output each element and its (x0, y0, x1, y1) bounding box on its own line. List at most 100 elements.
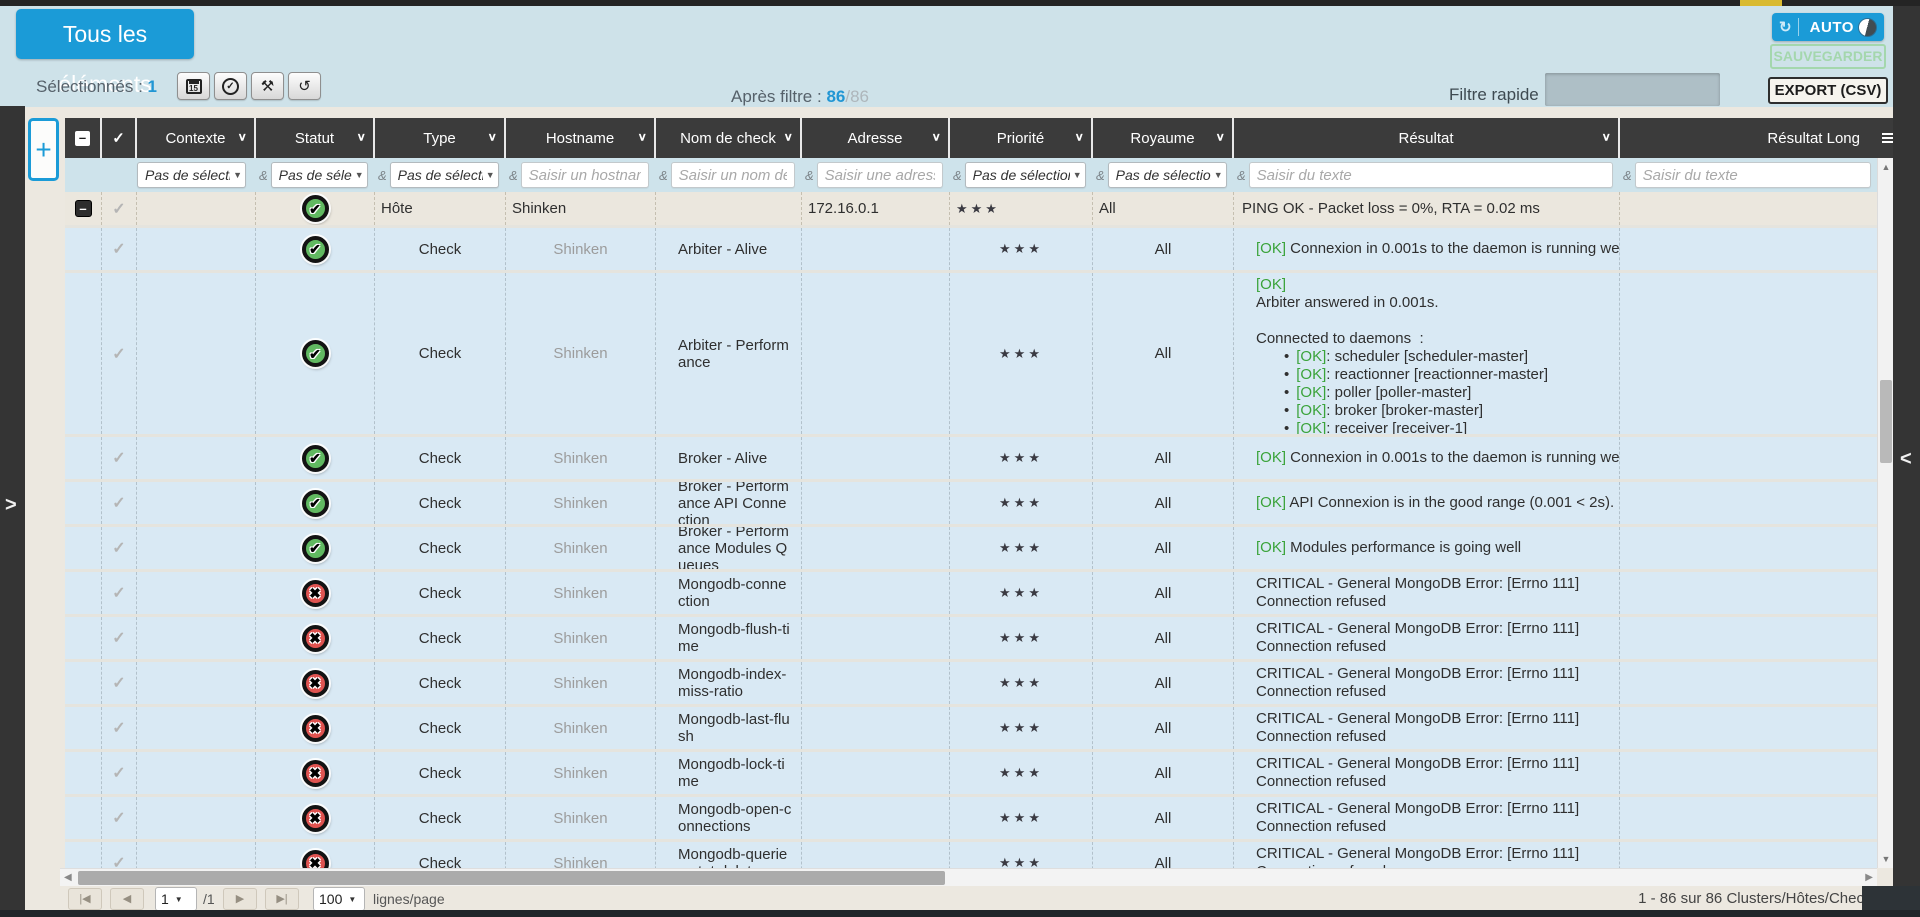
cell-checked: ✓ (102, 752, 137, 794)
column-header-adresse[interactable]: Adresse∨ (802, 118, 950, 158)
page-select[interactable]: 1▼ (155, 887, 197, 911)
column-header-resultat_long[interactable]: Résultat Long (1620, 118, 1878, 158)
filter-input-resultat[interactable] (1249, 162, 1613, 188)
row-check-icon[interactable]: ✓ (112, 493, 125, 513)
row-check-icon[interactable]: ✓ (112, 673, 125, 693)
all-elements-button[interactable]: Tous les éléments (16, 9, 194, 59)
table-row[interactable]: ✓✔CheckShinkenBroker - Performance Modul… (65, 527, 1878, 572)
expand-left-panel-icon[interactable]: > (5, 494, 17, 517)
row-check-icon[interactable]: ✓ (112, 763, 125, 783)
column-header-royaume[interactable]: Royaume∨ (1093, 118, 1234, 158)
cell-priorite: ★★★ (950, 273, 1093, 434)
result-line: PING OK - Packet loss = 0%, RTA = 0.02 m… (1242, 200, 1540, 218)
cell-priorite: ★★★ (950, 482, 1093, 524)
vertical-scroll-thumb[interactable] (1880, 380, 1892, 463)
column-header-statut[interactable]: Statut∨ (256, 118, 375, 158)
export-csv-button[interactable]: EXPORT (CSV) (1768, 77, 1888, 104)
column-header-contexte[interactable]: Contexte∨ (137, 118, 256, 158)
filter-input-resultat_long[interactable] (1635, 162, 1871, 188)
row-check-icon[interactable]: ✓ (112, 628, 125, 648)
prev-page-button[interactable]: ◀ (110, 888, 144, 910)
minus-box-icon[interactable]: – (75, 131, 90, 146)
quick-filter-input[interactable] (1545, 73, 1720, 106)
scroll-down-icon[interactable]: ▼ (1878, 854, 1894, 864)
toolbar-button-check-circle[interactable]: ✓ (214, 72, 247, 100)
add-row-button[interactable]: + (28, 118, 59, 181)
cell-type: Check (375, 842, 506, 868)
table-row[interactable]: ✓✖CheckShinkenMongodb-last-flush★★★AllCR… (65, 707, 1878, 752)
table-row[interactable]: ✓✖CheckShinkenMongodb-open-connections★★… (65, 797, 1878, 842)
table-row[interactable]: ✓✖CheckShinkenMongodb-index-miss-ratio★★… (65, 662, 1878, 707)
cell-type: Check (375, 228, 506, 270)
cell-adresse (802, 228, 950, 270)
toolbar-button-calendar[interactable]: 15 (177, 72, 210, 100)
table-row[interactable]: ✓✖CheckShinkenMongodb-connection★★★AllCR… (65, 572, 1878, 617)
cell-nom-de-check: Mongodb-index-miss-ratio (656, 662, 802, 704)
first-page-button[interactable]: |◀ (68, 888, 102, 910)
toolbar-button-tools[interactable]: ⚒ (251, 72, 284, 100)
horizontal-scroll-thumb[interactable] (78, 871, 945, 885)
caret-down-icon: ▼ (1073, 170, 1082, 180)
column-header-resultat[interactable]: Résultat∨ (1234, 118, 1620, 158)
per-page-select[interactable]: 100▼ (313, 887, 365, 911)
scroll-up-icon[interactable]: ▲ (1878, 162, 1894, 172)
table-row[interactable]: ✓✖CheckShinkenMongodb-lock-time★★★AllCRI… (65, 752, 1878, 797)
row-check-icon[interactable]: ✓ (112, 448, 125, 468)
save-button[interactable]: SAUVEGARDER (1770, 44, 1886, 69)
table-row[interactable]: ✓✔CheckShinkenArbiter - Performance★★★Al… (65, 273, 1878, 437)
table-row[interactable]: ✓✖CheckShinkenMongodb-queries-stat delet… (65, 842, 1878, 868)
column-header-hostname[interactable]: Hostname∨ (506, 118, 656, 158)
horizontal-scrollbar[interactable]: ◀ ▶ (60, 868, 1877, 886)
table-row[interactable]: ✓✖CheckShinkenMongodb-flush-time★★★AllCR… (65, 617, 1878, 662)
table-row[interactable]: ✓✔CheckShinkenArbiter - Alive★★★All[OK] … (65, 228, 1878, 273)
column-header-type[interactable]: Type∨ (375, 118, 506, 158)
filter-input-nomcheck[interactable] (671, 162, 795, 188)
cell-resultat: PING OK - Packet loss = 0%, RTA = 0.02 m… (1234, 192, 1620, 225)
check-icon[interactable]: ✓ (112, 129, 125, 147)
result-line: [OK] (1256, 276, 1286, 294)
result-line: CRITICAL - General MongoDB Error: [Errno… (1256, 575, 1613, 611)
row-check-icon[interactable]: ✓ (112, 199, 125, 219)
priority-stars: ★★★ (956, 201, 1000, 217)
scroll-right-icon[interactable]: ▶ (1865, 872, 1873, 883)
cell-select (65, 797, 102, 839)
filter-select-priorite[interactable]: Pas de sélection▼ (965, 162, 1086, 188)
filter-select-type[interactable]: Pas de sélectior▼ (390, 162, 499, 188)
last-page-button[interactable]: ▶| (265, 888, 299, 910)
row-check-icon[interactable]: ✓ (112, 239, 125, 259)
row-check-icon[interactable]: ✓ (112, 718, 125, 738)
row-check-icon[interactable]: ✓ (112, 808, 125, 828)
filter-select-royaume[interactable]: Pas de sélectior▼ (1108, 162, 1227, 188)
priority-stars: ★★★ (999, 585, 1043, 601)
toolbar-button-undo[interactable]: ↺ (288, 72, 321, 100)
table-row[interactable]: ✓✔CheckShinkenBroker - Performance API C… (65, 482, 1878, 527)
cell-hostname: Shinken (506, 797, 656, 839)
row-check-icon[interactable]: ✓ (112, 344, 125, 364)
column-header-nomcheck[interactable]: Nom de check∨ (656, 118, 802, 158)
row-minus-checkbox[interactable]: – (75, 200, 92, 217)
scroll-left-icon[interactable]: ◀ (64, 872, 72, 883)
cell-select (65, 842, 102, 868)
next-page-button[interactable]: ▶ (223, 888, 257, 910)
vertical-scrollbar[interactable]: ▲ ▼ (1877, 158, 1893, 868)
table-row[interactable]: –✓✔HôteShinken172.16.0.1★★★AllPING OK - … (65, 192, 1878, 228)
table-row[interactable]: ✓✔CheckShinkenBroker - Alive★★★All[OK] C… (65, 437, 1878, 482)
column-header-check[interactable]: ✓ (102, 118, 137, 158)
right-panel-bar: < (1893, 6, 1920, 917)
cell-priorite: ★★★ (950, 752, 1093, 794)
filter-select-statut[interactable]: Pas de sélecti▼ (271, 162, 368, 188)
auto-toggle-icon[interactable] (1858, 18, 1877, 37)
auto-refresh-button[interactable]: ↻ AUTO (1772, 13, 1884, 41)
filter-select-contexte[interactable]: Pas de sélecti▼ (137, 162, 246, 188)
row-check-icon[interactable]: ✓ (112, 538, 125, 558)
row-check-icon[interactable]: ✓ (112, 583, 125, 603)
filter-input-hostname[interactable] (521, 162, 649, 188)
chevron-down-icon: ∨ (1074, 130, 1084, 144)
result-line: [OK] Connexion in 0.001s to the daemon i… (1256, 240, 1620, 258)
bullet-icon: • (1284, 420, 1289, 434)
column-header-minus[interactable]: – (65, 118, 102, 158)
filter-input-adresse[interactable] (817, 162, 943, 188)
column-header-priorite[interactable]: Priorité∨ (950, 118, 1093, 158)
row-check-icon[interactable]: ✓ (112, 853, 125, 868)
expand-right-panel-icon[interactable]: < (1900, 448, 1912, 471)
